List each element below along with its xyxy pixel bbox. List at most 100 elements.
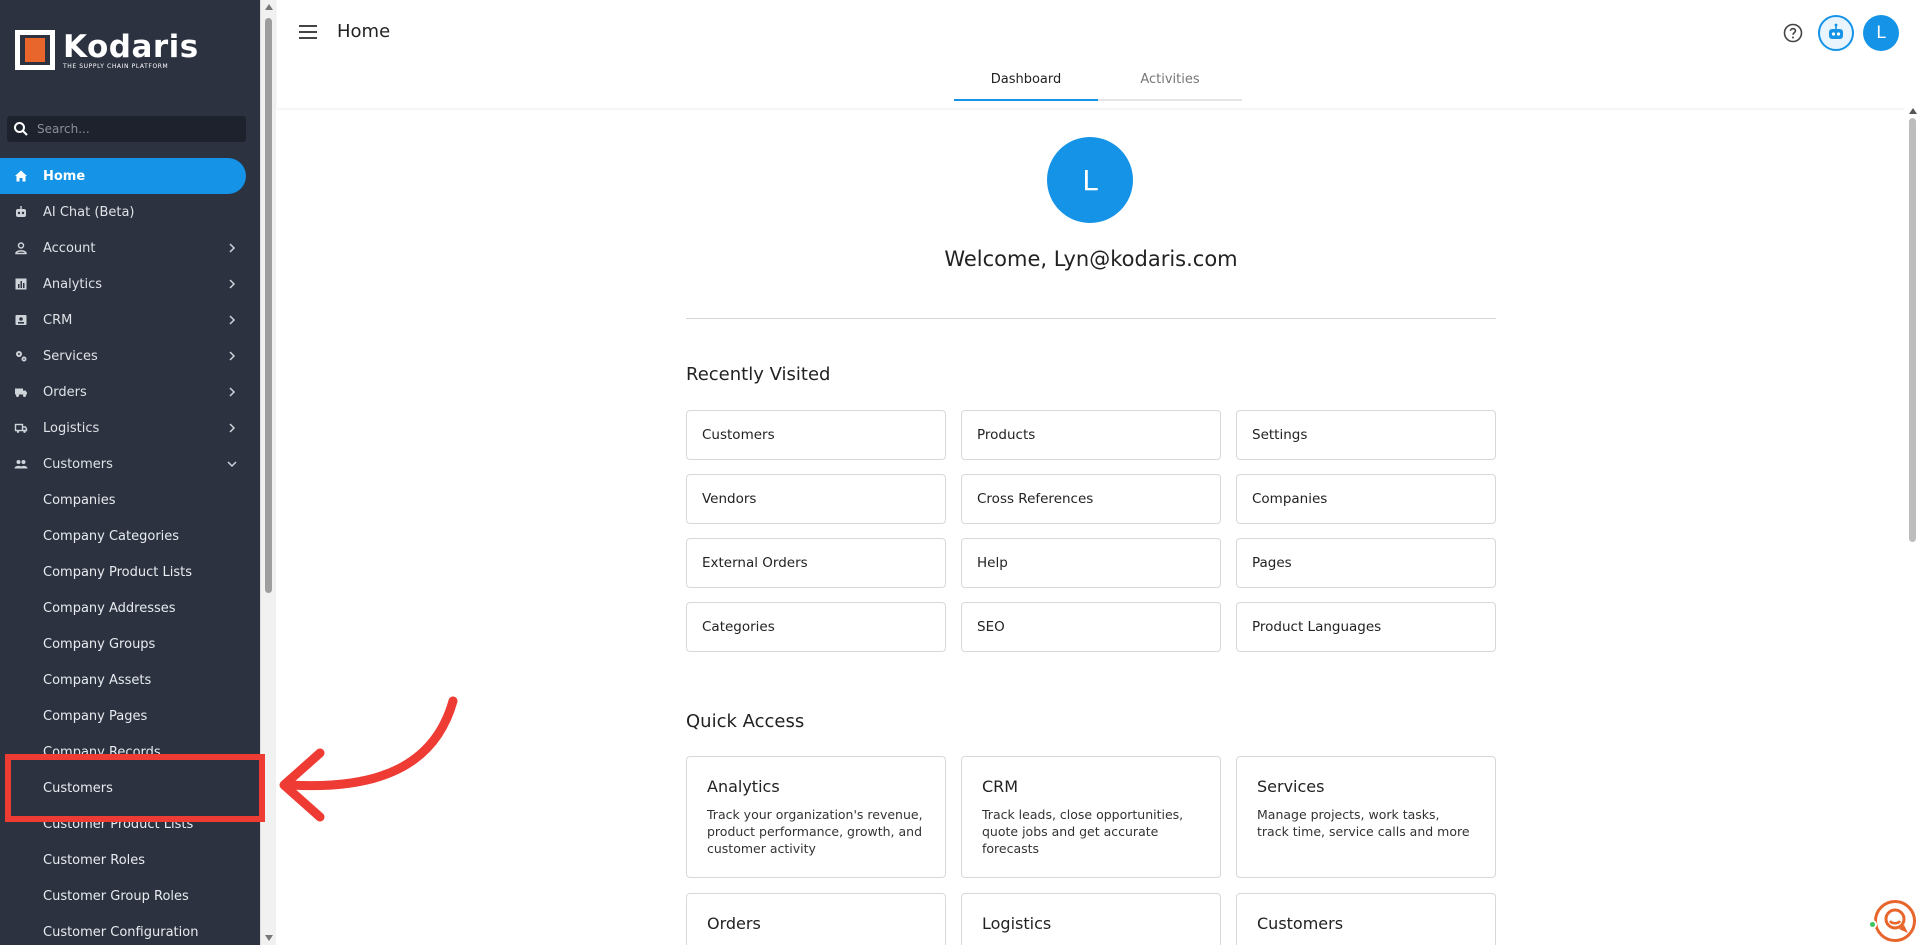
truck-icon	[15, 388, 27, 397]
sidebar-subitem-company-product-lists[interactable]: Company Product Lists	[0, 554, 246, 590]
quick-access-card-title: Services	[1257, 777, 1325, 796]
recent-link-pages[interactable]: Pages	[1236, 538, 1496, 588]
recent-link-customers[interactable]: Customers	[686, 410, 946, 460]
sidebar-item-label: Customers	[43, 456, 113, 472]
user-avatar[interactable]: L	[1863, 15, 1899, 51]
sidebar-item-account[interactable]: Account	[0, 230, 246, 266]
sidebar-item-label: Analytics	[43, 276, 103, 292]
sidebar-subitem-company-categories[interactable]: Company Categories	[0, 518, 246, 554]
home-icon	[15, 170, 27, 182]
sidebar-subitem-label: Customer Group Roles	[43, 888, 189, 904]
online-status-dot	[1868, 920, 1877, 929]
quick-access-crm[interactable]: CRM Track leads, close opportunities, qu…	[961, 756, 1221, 878]
chevron-right-icon	[229, 243, 236, 253]
sidebar-subitem-label: Company Pages	[43, 708, 148, 724]
ai-assistant-button[interactable]	[1818, 15, 1854, 51]
sidebar-item-orders[interactable]: Orders	[0, 374, 246, 410]
sidebar-item-label: Account	[43, 240, 96, 256]
chevron-right-icon	[229, 351, 236, 361]
recent-link-companies[interactable]: Companies	[1236, 474, 1496, 524]
quick-access-card-title: Analytics	[707, 777, 780, 796]
recent-link-help[interactable]: Help	[961, 538, 1221, 588]
sidebar-item-home[interactable]: Home	[0, 158, 246, 194]
sidebar-subitem-company-assets[interactable]: Company Assets	[0, 662, 246, 698]
quick-access-services[interactable]: Services Manage projects, work tasks, tr…	[1236, 756, 1496, 878]
recent-link-vendors[interactable]: Vendors	[686, 474, 946, 524]
chat-bubble-icon	[1884, 908, 1908, 933]
sidebar-subitem-label: Company Groups	[43, 636, 156, 652]
welcome-message: Welcome, Lyn@kodaris.com	[944, 247, 1238, 271]
sidebar-item-logistics[interactable]: Logistics	[0, 410, 246, 446]
quick-access-orders[interactable]: Orders	[686, 893, 946, 945]
recent-link-cross-references[interactable]: Cross References	[961, 474, 1221, 524]
sidebar-subitem-customer-configuration[interactable]: Customer Configuration	[0, 914, 246, 945]
robot-icon	[16, 206, 26, 217]
annotation-highlight-box	[5, 754, 265, 822]
quick-access-card-desc: Track leads, close opportunities, quote …	[982, 807, 1184, 856]
quick-access-card-title: Logistics	[982, 914, 1052, 933]
sidebar-search-input[interactable]	[37, 122, 237, 136]
person-icon	[15, 242, 27, 255]
sidebar-item-label: Orders	[43, 384, 87, 400]
sidebar-item-label: CRM	[43, 312, 73, 328]
sidebar-subitem-label: Company Assets	[43, 672, 152, 688]
kodaris-logo-icon	[15, 30, 55, 70]
sidebar-item-services[interactable]: Services	[0, 338, 246, 374]
sidebar-item-label: Services	[43, 348, 98, 364]
recent-link-seo[interactable]: SEO	[961, 602, 1221, 652]
chevron-right-icon	[229, 279, 236, 289]
recently-visited-title: Recently Visited	[686, 364, 831, 385]
recent-link-products[interactable]: Products	[961, 410, 1221, 460]
contact-card-icon	[15, 315, 27, 325]
scroll-up-arrow-icon[interactable]	[1909, 108, 1917, 114]
annotation-arrow-icon	[279, 696, 458, 822]
sidebar-item-label: Logistics	[43, 420, 100, 436]
sidebar-subitem-label: Company Addresses	[43, 600, 176, 616]
help-icon[interactable]	[1783, 23, 1803, 43]
main-scrollbar[interactable]	[1904, 108, 1920, 945]
chevron-down-icon	[227, 461, 237, 468]
sidebar-item-customers[interactable]: Customers	[0, 446, 246, 482]
quick-access-customers[interactable]: Customers	[1236, 893, 1496, 945]
hamburger-menu-icon[interactable]	[299, 25, 317, 39]
sidebar-subitem-customer-roles[interactable]: Customer Roles	[0, 842, 246, 878]
sidebar-subitem-company-pages[interactable]: Company Pages	[0, 698, 246, 734]
chevron-right-icon	[229, 387, 236, 397]
sidebar-subitem-company-addresses[interactable]: Company Addresses	[0, 590, 246, 626]
recent-link-settings[interactable]: Settings	[1236, 410, 1496, 460]
sidebar-item-label: AI Chat (Beta)	[43, 204, 135, 220]
tab-dashboard[interactable]: Dashboard	[954, 72, 1098, 101]
quick-access-card-title: Customers	[1257, 914, 1344, 933]
sidebar-item-crm[interactable]: CRM	[0, 302, 246, 338]
scroll-down-arrow-icon[interactable]	[265, 935, 273, 941]
delivery-icon	[14, 423, 28, 433]
page-title: Home	[337, 21, 391, 42]
sidebar-subitem-companies[interactable]: Companies	[0, 482, 246, 518]
tab-activities[interactable]: Activities	[1098, 72, 1242, 101]
recent-link-product-languages[interactable]: Product Languages	[1236, 602, 1496, 652]
quick-access-logistics[interactable]: Logistics	[961, 893, 1221, 945]
quick-access-card-desc: Manage projects, work tasks, track time,…	[1257, 807, 1470, 839]
support-chat-button[interactable]	[1874, 900, 1916, 942]
sidebar-subitem-company-groups[interactable]: Company Groups	[0, 626, 246, 662]
quick-access-card-title: CRM	[982, 777, 1019, 796]
sidebar-item-analytics[interactable]: Analytics	[0, 266, 246, 302]
robot-icon	[1829, 23, 1843, 39]
scroll-up-arrow-icon[interactable]	[265, 4, 273, 10]
sidebar-subitem-label: Companies	[43, 492, 116, 508]
sidebar-subitem-label: Company Product Lists	[43, 564, 192, 580]
divider	[686, 318, 1496, 319]
kodaris-logo[interactable]: Kodaris THE SUPPLY CHAIN PLATFORM	[15, 30, 199, 70]
gears-icon	[16, 351, 27, 362]
search-icon	[14, 122, 28, 136]
sidebar-scrollbar-thumb[interactable]	[265, 18, 272, 593]
top-header: Home Dashboard Activities L	[277, 0, 1920, 108]
recent-link-external-orders[interactable]: External Orders	[686, 538, 946, 588]
quick-access-analytics[interactable]: Analytics Track your organization's reve…	[686, 756, 946, 878]
main-scrollbar-thumb[interactable]	[1909, 118, 1916, 542]
chevron-right-icon	[229, 423, 236, 433]
sidebar-subitem-customer-group-roles[interactable]: Customer Group Roles	[0, 878, 246, 914]
sidebar-search	[7, 116, 246, 142]
recent-link-categories[interactable]: Categories	[686, 602, 946, 652]
sidebar-item-ai-chat[interactable]: AI Chat (Beta)	[0, 194, 246, 230]
